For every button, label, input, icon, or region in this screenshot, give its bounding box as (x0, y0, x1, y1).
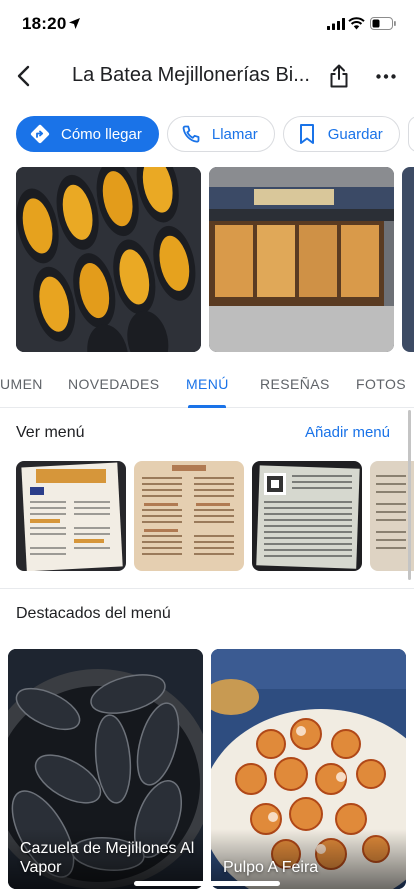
save-button[interactable]: Guardar (282, 116, 400, 152)
back-arrow-icon (17, 65, 30, 87)
directions-icon (29, 123, 51, 145)
section-divider (0, 588, 414, 589)
place-title: La Batea Mejillonerías Bi... (72, 64, 310, 86)
dish-name: Cazuela de Mejillones Al Vapor (20, 840, 195, 876)
cellular-signal-icon (327, 18, 345, 30)
home-indicator[interactable] (134, 881, 280, 886)
share-icon (330, 64, 348, 88)
dish-name: Pulpo A Feira (223, 859, 319, 876)
featured-dish-card[interactable]: Cazuela de Mejillones Al Vapor (8, 649, 203, 889)
back-button[interactable] (10, 62, 36, 90)
battery-icon (370, 17, 396, 30)
place-tabs: UMEN NOVEDADES MENÚ RESEÑAS FOTOS (0, 360, 414, 408)
featured-dish-card[interactable]: Pulpo A Feira (211, 649, 406, 889)
mussels-photo[interactable] (16, 167, 201, 352)
photo-carousel (16, 167, 414, 352)
tab-photos[interactable]: FOTOS (356, 376, 406, 392)
call-button[interactable]: Llamar (166, 116, 275, 152)
menu-photo[interactable] (252, 461, 362, 571)
top-app-bar: La Batea Mejillonerías Bi... (0, 52, 414, 100)
tab-summary[interactable]: UMEN (0, 376, 43, 392)
more-options-button[interactable] (372, 64, 400, 88)
tab-updates[interactable]: NOVEDADES (68, 376, 160, 392)
menu-section-header: Ver menú Añadir menú (16, 424, 396, 446)
share-button[interactable] (326, 62, 352, 90)
add-menu-link[interactable]: Añadir menú (305, 424, 390, 441)
status-time: 18:20 (22, 14, 67, 33)
view-menu-title: Ver menú (16, 424, 85, 441)
directions-button[interactable]: Cómo llegar (16, 116, 159, 152)
storefront-photo[interactable] (209, 167, 394, 352)
phone-icon (180, 123, 202, 145)
tab-menu[interactable]: MENÚ (186, 376, 229, 392)
featured-title: Destacados del menú (16, 605, 171, 622)
menu-photos (16, 461, 414, 571)
menu-photo[interactable] (134, 461, 244, 571)
status-bar: 18:20 (0, 0, 414, 48)
more-actions-chip[interactable] (407, 116, 414, 152)
more-horizontal-icon (376, 73, 396, 79)
extra-photo[interactable] (402, 167, 414, 352)
save-label: Guardar (327, 125, 383, 143)
location-arrow-icon (69, 18, 80, 29)
scrollbar[interactable] (408, 410, 411, 580)
bookmark-icon (296, 123, 318, 145)
action-chips: Cómo llegar Llamar Guardar (16, 116, 414, 152)
menu-photo[interactable] (16, 461, 126, 571)
wifi-icon (348, 17, 365, 30)
active-tab-indicator (188, 405, 226, 408)
directions-label: Cómo llegar (61, 125, 142, 143)
tab-reviews[interactable]: RESEÑAS (260, 376, 330, 392)
call-label: Llamar (211, 125, 258, 143)
